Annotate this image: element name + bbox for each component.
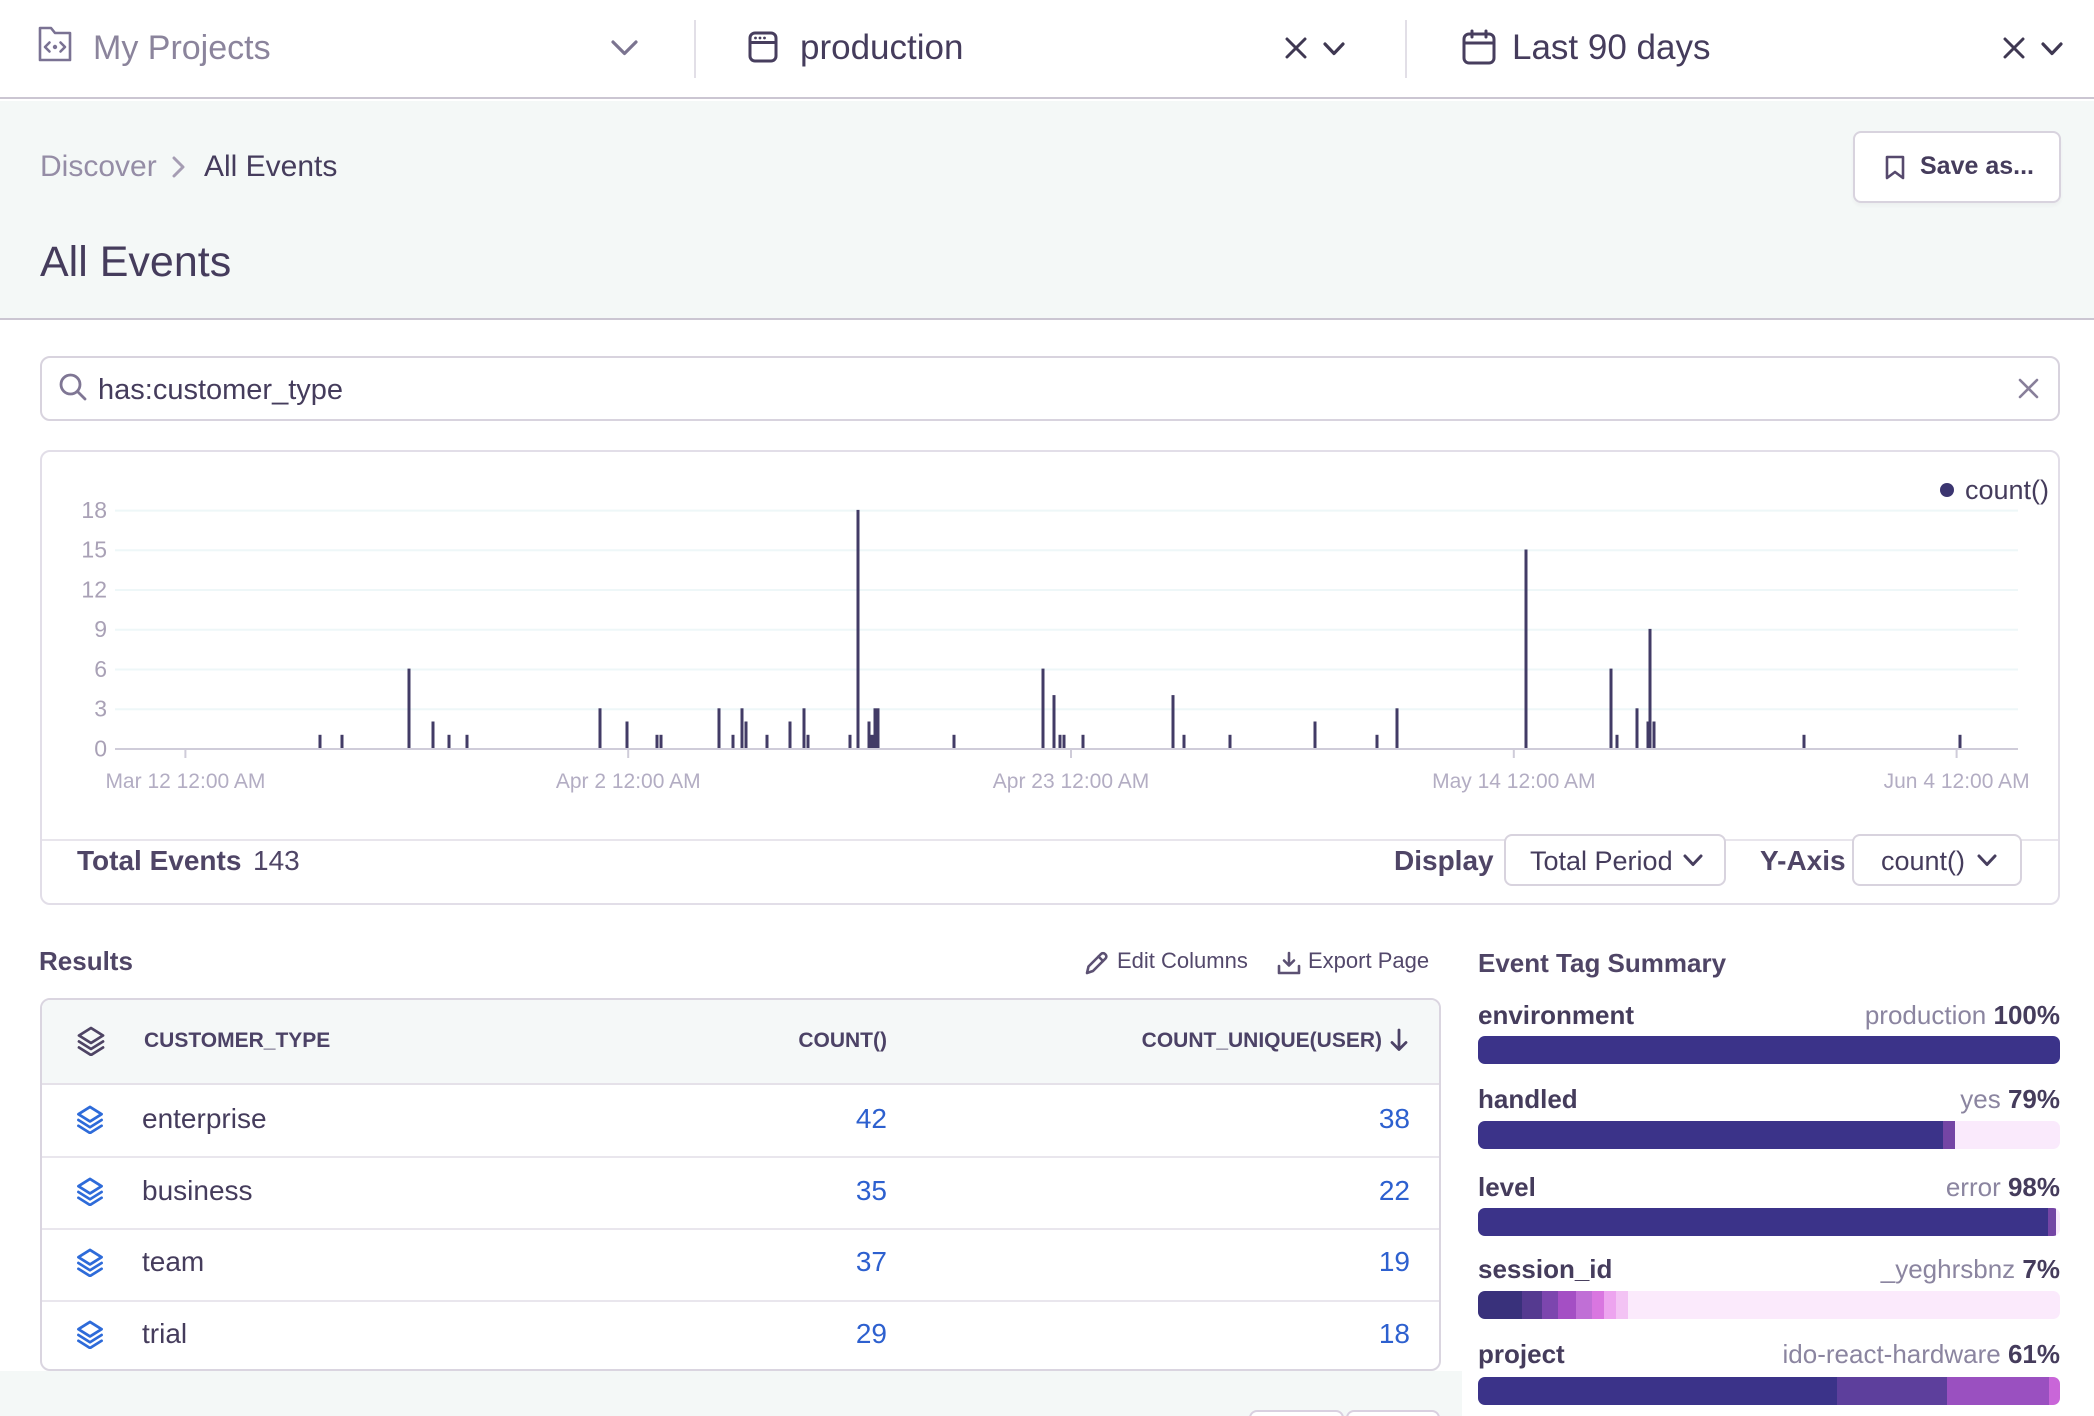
- svg-text:9: 9: [94, 616, 107, 642]
- svg-text:count(): count(): [1965, 475, 2049, 505]
- svg-text:Apr 23 12:00 AM: Apr 23 12:00 AM: [993, 770, 1149, 793]
- svg-text:12: 12: [81, 576, 107, 602]
- svg-text:Apr 2 12:00 AM: Apr 2 12:00 AM: [556, 770, 701, 793]
- svg-text:May 14 12:00 AM: May 14 12:00 AM: [1432, 770, 1595, 793]
- svg-text:18: 18: [81, 497, 107, 523]
- svg-text:Mar 12 12:00 AM: Mar 12 12:00 AM: [105, 770, 265, 793]
- svg-text:Jun 4 12:00 AM: Jun 4 12:00 AM: [1884, 770, 2030, 793]
- svg-text:15: 15: [81, 537, 107, 563]
- svg-text:6: 6: [94, 656, 107, 682]
- svg-text:0: 0: [94, 735, 107, 761]
- svg-text:3: 3: [94, 696, 107, 722]
